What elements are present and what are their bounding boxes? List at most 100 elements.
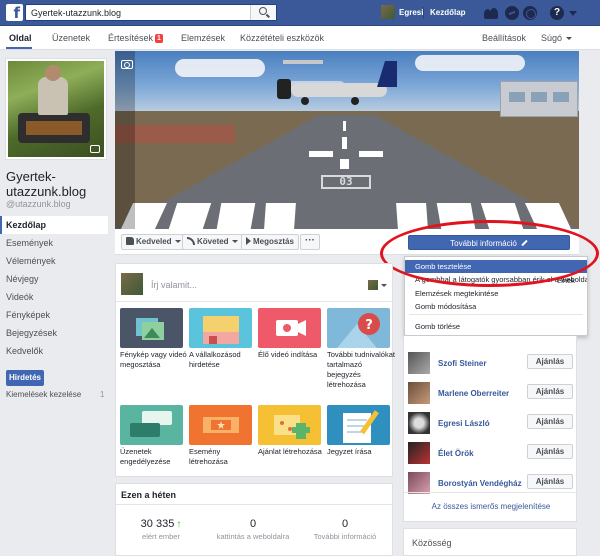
live-video-tile[interactable]: [258, 308, 321, 348]
leftnav-item-videos[interactable]: Videók: [0, 288, 108, 306]
invite-divider: [404, 492, 578, 493]
active-tab-indicator: [6, 47, 32, 49]
stats-title: Ezen a héten: [121, 490, 177, 500]
invite-button[interactable]: Ajánlás: [527, 474, 573, 489]
menu-item-view-insights[interactable]: Elemzések megtekintése: [405, 287, 587, 300]
promote-business-tile[interactable]: [189, 308, 252, 348]
profile-photo-head: [45, 65, 61, 81]
tab-settings[interactable]: Beállítások: [482, 33, 526, 43]
tab-notifications[interactable]: Értesítések 1: [108, 33, 163, 43]
facebook-logo-icon[interactable]: f: [6, 4, 23, 22]
tab-publishing-tools[interactable]: Közzétételi eszközök: [240, 33, 324, 43]
question-icon: ?: [337, 313, 380, 348]
friend-avatar[interactable]: [408, 382, 430, 404]
promote-button[interactable]: Hirdetés: [6, 370, 44, 386]
composer-input[interactable]: Írj valamit...: [151, 280, 197, 290]
invite-button[interactable]: Ajánlás: [527, 444, 573, 459]
stat-learn-more-value[interactable]: 0: [300, 518, 390, 530]
leftnav-item-photos[interactable]: Fényképek: [0, 306, 108, 324]
user-name-link[interactable]: Egresi: [399, 8, 423, 17]
change-cover-camera-icon[interactable]: [121, 60, 133, 69]
user-avatar[interactable]: [381, 5, 395, 19]
friend-name[interactable]: Egresi László: [438, 419, 490, 428]
create-event-tile-label[interactable]: Esemény létrehozása: [189, 447, 257, 467]
friend-name[interactable]: Borostyán Vendégház: [438, 479, 522, 488]
friend-avatar[interactable]: [408, 472, 430, 494]
tab-page[interactable]: Oldal: [9, 33, 32, 43]
invite-button[interactable]: Ajánlás: [527, 414, 573, 429]
cover-cloud: [415, 55, 525, 71]
friend-name[interactable]: Szofi Steiner: [438, 359, 486, 368]
friend-name[interactable]: Élet Örök: [438, 449, 474, 458]
friend-avatar[interactable]: [408, 442, 430, 464]
stat-learn-more-label: További információ: [313, 532, 377, 541]
runway-threshold-stripe: [264, 203, 296, 229]
friend-requests-icon[interactable]: [484, 6, 498, 20]
community-title[interactable]: Közösség: [412, 538, 452, 548]
stat-website-clicks-value[interactable]: 0: [208, 518, 298, 530]
invite-button[interactable]: Ajánlás: [527, 384, 573, 399]
learn-more-post-tile-label[interactable]: További tudnivalókat tartalmazó bejegyzé…: [327, 350, 395, 390]
cover-plane-body: [291, 83, 387, 97]
camera-icon[interactable]: [90, 145, 100, 153]
leftnav-item-posts[interactable]: Bejegyzések: [0, 324, 108, 342]
note-pencil-icon: [343, 410, 379, 443]
post-as-avatar[interactable]: [368, 280, 378, 290]
learn-more-post-tile[interactable]: ?: [327, 308, 390, 348]
notifications-globe-icon[interactable]: [523, 6, 537, 20]
post-as-caret-icon[interactable]: [381, 284, 387, 287]
tab-insights[interactable]: Elemzések: [181, 33, 225, 43]
leftnav-item-likes[interactable]: Kedvelők: [0, 342, 108, 360]
enable-messages-tile-label[interactable]: Üzenetek engedélyezése: [120, 447, 188, 467]
friend-row: Marlene Oberreiter Ajánlás: [404, 382, 578, 412]
enable-messages-tile[interactable]: [120, 405, 183, 445]
invite-button[interactable]: Ajánlás: [527, 354, 573, 369]
live-video-tile-label[interactable]: Élő videó indítása: [258, 350, 326, 360]
building-window: [531, 92, 547, 102]
follow-button[interactable]: Követed: [182, 234, 243, 250]
photo-video-tile-label[interactable]: Fénykép vagy videó megosztása: [120, 350, 188, 370]
messenger-icon[interactable]: [505, 6, 519, 20]
share-button[interactable]: Megosztás: [241, 234, 299, 250]
offer-tag-icon: [274, 415, 310, 439]
profile-picture[interactable]: [6, 59, 106, 159]
search-button[interactable]: [250, 5, 276, 20]
friend-row: Egresi László Ajánlás: [404, 412, 578, 442]
cover-building: [500, 81, 578, 117]
like-button[interactable]: Kedveled: [121, 234, 186, 250]
help-icon[interactable]: ?: [550, 6, 564, 20]
friend-row: Borostyán Vendégház Ajánlás: [404, 472, 578, 502]
weekly-stats-card: Ezen a héten 30 335 ↑ elért ember 0 katti…: [115, 483, 393, 556]
account-menu-caret-icon[interactable]: [569, 11, 577, 16]
friend-avatar[interactable]: [408, 352, 430, 374]
leftnav-item-home[interactable]: Kezdőlap: [0, 216, 108, 234]
leftnav-item-about[interactable]: Névjegy: [0, 270, 108, 288]
leftnav-item-reviews[interactable]: Vélemények: [0, 252, 108, 270]
community-card: Közösség: [403, 528, 577, 556]
write-note-tile-label[interactable]: Jegyzet írása: [327, 447, 395, 457]
menu-item-delete-button[interactable]: Gomb törlése: [405, 320, 587, 333]
cover-photo[interactable]: 03: [115, 51, 579, 229]
see-all-friends-link[interactable]: Az összes ismerős megjelenítése: [404, 502, 578, 511]
promote-business-tile-label[interactable]: A vállalkozásod hirdetése: [189, 350, 257, 370]
create-offer-tile-label[interactable]: Ajánlat létrehozása: [258, 447, 326, 457]
leftnav-item-events[interactable]: Események: [0, 234, 108, 252]
profile-photo-person: [38, 77, 68, 115]
cover-plane-wheel: [351, 97, 359, 105]
more-options-button[interactable]: ···: [300, 234, 320, 250]
tab-help[interactable]: Súgó: [541, 33, 573, 43]
stat-reach-value[interactable]: 30 335 ↑: [116, 518, 206, 530]
search-input[interactable]: [26, 5, 246, 20]
photo-video-tile[interactable]: [120, 308, 183, 348]
friend-avatar[interactable]: [408, 412, 430, 434]
menu-item-edit-button[interactable]: Gomb módosítása: [405, 300, 587, 313]
create-event-tile[interactable]: [189, 405, 252, 445]
manage-promotions-link[interactable]: Kiemelések kezelése: [6, 390, 106, 399]
home-link[interactable]: Kezdőlap: [430, 8, 466, 17]
tab-messages[interactable]: Üzenetek: [52, 33, 90, 43]
create-offer-tile[interactable]: [258, 405, 321, 445]
ticket-icon: [203, 417, 239, 433]
write-note-tile[interactable]: [327, 405, 390, 445]
friend-name[interactable]: Marlene Oberreiter: [438, 389, 509, 398]
page-username[interactable]: @utazzunk.blog: [6, 199, 71, 209]
